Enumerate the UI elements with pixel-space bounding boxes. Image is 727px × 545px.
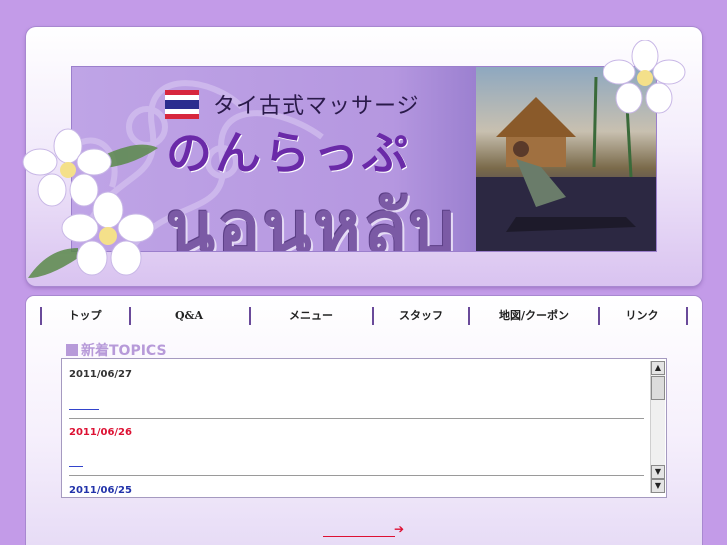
nav-separator xyxy=(129,307,131,325)
thai-flag-icon xyxy=(165,90,199,119)
topics-heading: 新着TOPICS xyxy=(66,340,167,360)
nav-separator xyxy=(40,307,42,325)
therapist-head xyxy=(513,141,529,157)
entry-link[interactable] xyxy=(69,409,99,410)
arrow-right-icon[interactable]: ➔ xyxy=(394,522,404,536)
entry-link[interactable] xyxy=(69,466,83,467)
square-bullet-icon xyxy=(66,344,78,356)
nav-separator xyxy=(468,307,470,325)
topics-scrollbar[interactable]: ▲ ▼ ▼ xyxy=(650,361,665,493)
list-item: 2011/06/26 xyxy=(69,427,644,479)
plumeria-flower-icon xyxy=(603,40,686,114)
more-link[interactable] xyxy=(323,523,395,537)
entry-date: 2011/06/27 xyxy=(69,369,132,380)
entry-date: 2011/06/26 xyxy=(69,427,132,438)
list-item: 2011/06/25 xyxy=(69,485,644,497)
nav-item-qa[interactable]: Q&A xyxy=(133,305,245,327)
nav-item-staff[interactable]: スタッフ xyxy=(376,305,466,327)
nav-item-links[interactable]: リンク xyxy=(602,305,682,327)
topics-heading-label: 新着TOPICS xyxy=(81,343,167,359)
list-item: 2011/06/27 xyxy=(69,369,644,421)
scroll-thumb[interactable] xyxy=(651,376,665,400)
entry-date: 2011/06/25 xyxy=(69,485,132,496)
plumeria-cluster-icon xyxy=(22,128,158,278)
nav-separator xyxy=(249,307,251,325)
main-nav: トップ Q&A メニュー スタッフ 地図/クーポン リンク xyxy=(40,305,690,327)
temple-roof xyxy=(496,97,576,137)
entry-divider xyxy=(69,418,644,419)
nav-separator xyxy=(598,307,600,325)
banner-subtitle: タイ古式マッサージ xyxy=(213,94,420,119)
topics-list[interactable]: 2011/06/27 2011/06/26 2011/06/25 xyxy=(61,358,667,498)
scroll-down-icon[interactable]: ▼ xyxy=(651,465,665,479)
nav-item-menu[interactable]: メニュー xyxy=(253,305,369,327)
scroll-up-icon[interactable]: ▲ xyxy=(651,361,665,375)
entry-divider xyxy=(69,475,644,476)
nav-item-top[interactable]: トップ xyxy=(44,305,126,327)
flag-stripe xyxy=(165,99,199,110)
nav-item-map-coupon[interactable]: 地図/クーポン xyxy=(472,305,596,327)
nav-separator xyxy=(372,307,374,325)
nav-separator xyxy=(686,307,688,325)
banner-thai-title: นอนหลับ xyxy=(166,185,457,252)
scroll-down-icon[interactable]: ▼ xyxy=(651,479,665,493)
mat xyxy=(476,177,656,251)
